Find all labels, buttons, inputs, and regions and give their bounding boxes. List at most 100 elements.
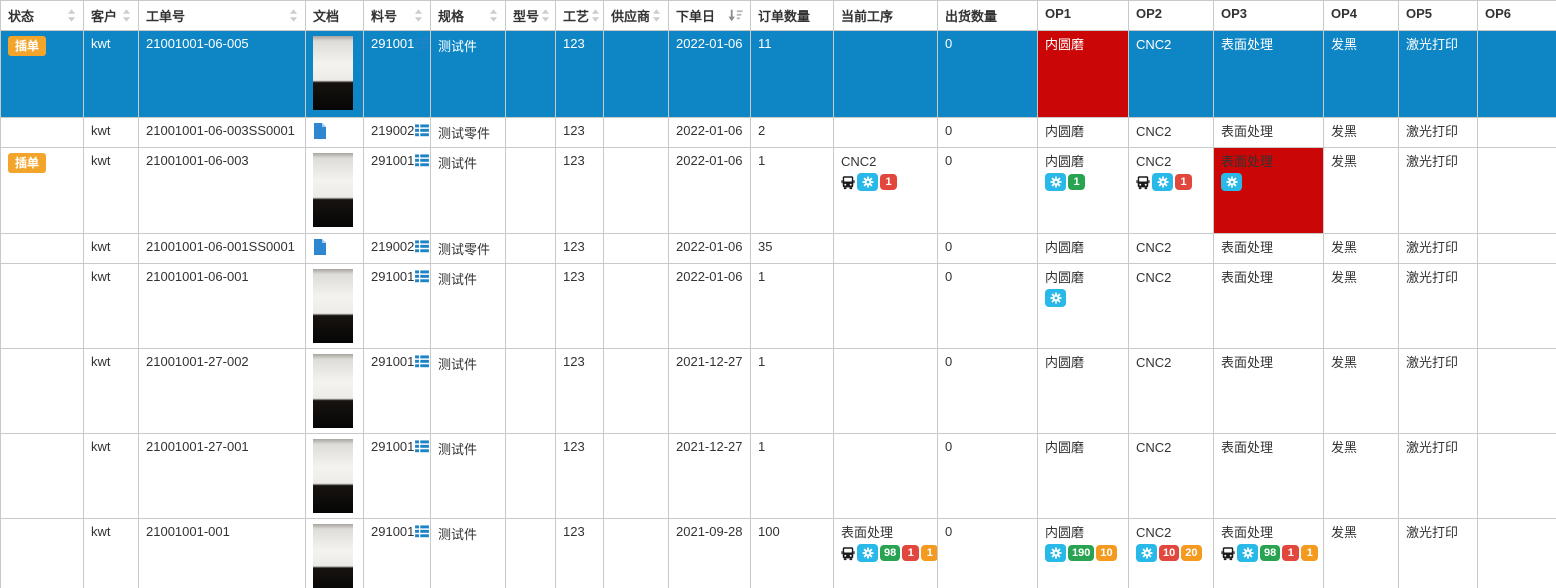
photo-thumbnail[interactable] — [313, 524, 353, 588]
table-row[interactable]: kwt21001001-27-001291001测试件1232021-12-27… — [1, 434, 1556, 519]
table-row[interactable]: 插单kwt21001001-06-003291001测试件1232022-01-… — [1, 148, 1556, 234]
qty-value: 1 — [758, 153, 765, 168]
cell-op1: 内圆磨 — [1038, 264, 1129, 349]
column-header-spec[interactable]: 规格 — [431, 1, 506, 31]
cell-craft: 123 — [556, 234, 604, 264]
gear-icon[interactable] — [1045, 544, 1066, 562]
sort-icon[interactable] — [289, 9, 298, 22]
truck-icon — [1221, 546, 1235, 561]
cell-doc — [306, 118, 364, 148]
sort-icon[interactable] — [591, 9, 600, 22]
cell-op2: CNC21020 — [1129, 519, 1214, 588]
sort-icon[interactable] — [67, 9, 76, 22]
table-row[interactable]: 插单kwt21001001-06-005291001测试件1232022-01-… — [1, 31, 1556, 118]
cell-order_date: 2022-01-06 — [669, 118, 751, 148]
cell-doc — [306, 349, 364, 434]
gear-icon[interactable] — [1045, 173, 1066, 191]
cell-order_date: 2021-12-27 — [669, 349, 751, 434]
process-name: 发黑 — [1331, 36, 1391, 53]
photo-thumbnail[interactable] — [313, 269, 353, 343]
column-header-part_no[interactable]: 料号 — [364, 1, 431, 31]
sort-icon[interactable] — [489, 9, 498, 22]
process-name: 内圆磨 — [1045, 354, 1121, 371]
cell-qty: 35 — [751, 234, 834, 264]
part-number: 219002 — [371, 123, 414, 138]
sort-icon[interactable] — [122, 9, 131, 22]
cell-doc — [306, 264, 364, 349]
status-badge: 插单 — [8, 153, 46, 173]
column-label: OP4 — [1331, 6, 1357, 21]
sort-desc-icon[interactable] — [728, 9, 743, 22]
list-icon[interactable] — [415, 525, 429, 538]
column-label: 状态 — [8, 6, 34, 25]
cell-op1: 内圆磨 — [1038, 31, 1129, 118]
count-badge: 1 — [921, 545, 937, 561]
list-icon[interactable] — [415, 154, 429, 167]
table-row[interactable]: kwt21001001-06-003SS0001219002测试零件123202… — [1, 118, 1556, 148]
order_no-value: 21001001-27-001 — [146, 439, 249, 454]
table-row[interactable]: kwt21001001-001291001测试件1232021-09-28100… — [1, 519, 1556, 588]
cell-part_no: 291001 — [364, 264, 431, 349]
craft-value: 123 — [563, 36, 585, 51]
cell-order_no: 21001001-06-003 — [139, 148, 306, 234]
gear-icon[interactable] — [1152, 173, 1173, 191]
order_date-value: 2021-12-27 — [676, 439, 743, 454]
cell-qty: 1 — [751, 148, 834, 234]
gear-icon[interactable] — [1136, 544, 1157, 562]
photo-thumbnail[interactable] — [313, 439, 353, 513]
file-icon[interactable] — [313, 239, 327, 255]
list-icon[interactable] — [415, 440, 429, 453]
part-number: 291001 — [371, 36, 414, 51]
cell-customer: kwt — [84, 148, 139, 234]
list-icon[interactable] — [415, 124, 429, 137]
column-header-customer[interactable]: 客户 — [84, 1, 139, 31]
column-header-craft[interactable]: 工艺 — [556, 1, 604, 31]
column-header-supplier[interactable]: 供应商 — [604, 1, 669, 31]
list-icon[interactable] — [415, 270, 429, 283]
table-row[interactable]: kwt21001001-27-002291001测试件1232021-12-27… — [1, 349, 1556, 434]
list-icon[interactable] — [415, 240, 429, 253]
order_no-value: 21001001-06-005 — [146, 36, 249, 51]
column-header-order_date[interactable]: 下单日 — [669, 1, 751, 31]
gear-icon[interactable] — [857, 173, 878, 191]
order_no-value: 21001001-06-001 — [146, 269, 249, 284]
process-name: 激光打印 — [1406, 354, 1470, 371]
cell-qty: 11 — [751, 31, 834, 118]
photo-thumbnail[interactable] — [313, 36, 353, 110]
gear-icon[interactable] — [1045, 289, 1066, 307]
column-header-model[interactable]: 型号 — [506, 1, 556, 31]
gear-icon[interactable] — [1237, 544, 1258, 562]
gear-icon[interactable] — [857, 544, 878, 562]
column-header-status[interactable]: 状态 — [1, 1, 84, 31]
sort-icon[interactable] — [414, 9, 423, 22]
table-row[interactable]: kwt21001001-06-001291001测试件1232022-01-06… — [1, 264, 1556, 349]
cell-customer: kwt — [84, 434, 139, 519]
column-label: OP2 — [1136, 6, 1162, 21]
cell-order_no: 21001001-06-005 — [139, 31, 306, 118]
column-header-order_no[interactable]: 工单号 — [139, 1, 306, 31]
order_date-value: 2022-01-06 — [676, 269, 743, 284]
process-name: 表面处理 — [1221, 269, 1316, 286]
list-icon[interactable] — [415, 355, 429, 368]
cell-current_op — [834, 31, 938, 118]
sort-icon[interactable] — [652, 9, 661, 22]
process-name: 发黑 — [1331, 123, 1391, 140]
file-icon[interactable] — [313, 123, 327, 139]
cell-current_op: 表面处理9811 — [834, 519, 938, 588]
truck-icon — [841, 546, 855, 561]
photo-thumbnail[interactable] — [313, 354, 353, 428]
cell-customer: kwt — [84, 118, 139, 148]
table-row[interactable]: kwt21001001-06-001SS0001219002测试零件123202… — [1, 234, 1556, 264]
count-badge: 1 — [1301, 545, 1318, 561]
list-icon[interactable] — [415, 37, 429, 50]
photo-thumbnail[interactable] — [313, 153, 353, 227]
cell-op1: 内圆磨 — [1038, 349, 1129, 434]
process-name: 激光打印 — [1406, 153, 1470, 170]
sort-icon[interactable] — [541, 9, 550, 22]
cell-shipped: 0 — [938, 434, 1038, 519]
qty-value: 35 — [758, 239, 772, 254]
process-name: CNC2 — [1136, 153, 1206, 170]
process-name: CNC2 — [1136, 269, 1206, 286]
gear-icon[interactable] — [1221, 173, 1242, 191]
count-badge: 20 — [1181, 545, 1201, 561]
